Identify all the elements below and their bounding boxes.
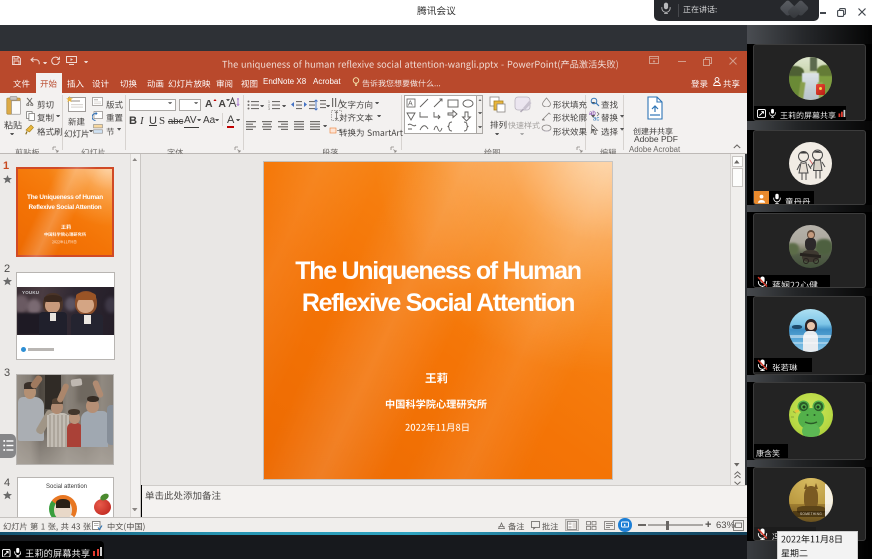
svg-text:3: 3 — [268, 107, 270, 110]
svg-text:ac: ac — [593, 117, 599, 122]
svg-text:A: A — [408, 100, 413, 107]
